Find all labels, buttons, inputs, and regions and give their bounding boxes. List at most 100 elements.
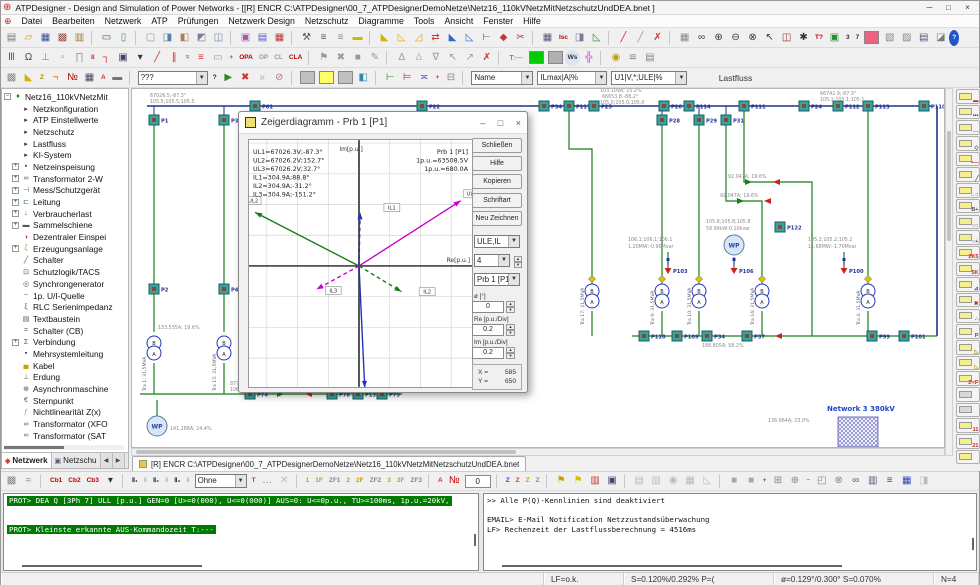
- phase-3-icon[interactable]: 3: [384, 473, 394, 489]
- profile-chart-3-icon[interactable]: ◿: [410, 30, 427, 46]
- list-colored-icon[interactable]: ≡: [881, 473, 898, 489]
- trafo-1-gray-icon[interactable]: Ⅱ: [141, 473, 150, 489]
- phase-1-icon[interactable]: 1: [303, 473, 313, 489]
- conn-green-icon[interactable]: ⊢: [382, 70, 399, 86]
- tools-red-icon[interactable]: ✗: [649, 30, 666, 46]
- panel-box-icon[interactable]: ▣: [604, 473, 621, 489]
- phasor-dialog[interactable]: Zeigerdiagramm - Prb 1 [P1] – □ × UL2UL3…: [238, 111, 528, 393]
- pal-meter-button[interactable]: →○: [956, 183, 980, 198]
- fill-yellow-swatch[interactable]: [319, 71, 334, 84]
- flag-marker-icon[interactable]: ⚑: [315, 50, 332, 66]
- pal-protection-button[interactable]: B+: [956, 199, 980, 214]
- paste-special-icon[interactable]: ◩: [193, 30, 210, 46]
- canvas-vscrollbar[interactable]: [945, 88, 953, 456]
- node-yellow-icon[interactable]: ◉: [607, 50, 624, 66]
- swatch-gray[interactable]: [548, 51, 563, 64]
- pal-steps-11-button[interactable]: 11: [956, 418, 980, 433]
- bus-node[interactable]: P24: [799, 101, 822, 111]
- dialog-maximize-button[interactable]: □: [498, 118, 503, 128]
- abort-red-icon[interactable]: ✖: [237, 70, 254, 86]
- chevron-down-icon[interactable]: ▼: [196, 72, 207, 84]
- pal-disconnector-button[interactable]: ╱: [956, 167, 980, 182]
- print-preview-icon[interactable]: ▯: [115, 30, 132, 46]
- element-box-icon[interactable]: ▣: [115, 50, 132, 66]
- line-red-icon[interactable]: ╱: [149, 50, 166, 66]
- minimize-button[interactable]: ─: [920, 3, 939, 12]
- book-icon[interactable]: ▤: [915, 30, 932, 46]
- transformer-symbol[interactable]: BA: [655, 284, 669, 308]
- pal-line-button[interactable]: —: [956, 120, 980, 135]
- tree-item-transformator-xfo[interactable]: ∞Transformator (XFO: [4, 418, 128, 430]
- tree-item-netzeinspeisung[interactable]: +▪Netzeinspeisung: [4, 161, 128, 173]
- bus-node[interactable]: P34: [702, 331, 725, 341]
- voltage-combo[interactable]: U1|V,*;ULE|%▼: [611, 71, 687, 85]
- dialog-button-neu-zeichnen[interactable]: Neu Zeichnen: [472, 211, 522, 226]
- field-re-p-u-div-[interactable]: 0.2: [472, 324, 504, 336]
- tree-item-schalter-cb-[interactable]: =Schalter (CB): [4, 325, 128, 337]
- gray-tool-2-icon[interactable]: ▥: [648, 473, 665, 489]
- expand-icon[interactable]: +: [12, 339, 19, 346]
- field-im-p-u-div-[interactable]: 0.2: [472, 347, 504, 359]
- profile-chart-5-icon[interactable]: ◺: [461, 30, 478, 46]
- menu-fenster[interactable]: Fenster: [478, 16, 518, 26]
- tree-hscrollbar[interactable]: [4, 445, 124, 450]
- tree-item-lastfluss[interactable]: ▸Lastfluss: [4, 138, 128, 150]
- cancel-red-icon[interactable]: ✗: [478, 50, 495, 66]
- pal-switch-button[interactable]: ◇: [956, 136, 980, 151]
- console-left-vscroll-thumb[interactable]: [474, 534, 476, 546]
- bus-node[interactable]: P28: [657, 115, 680, 125]
- dialog-button-schriftart[interactable]: Schriftart: [472, 193, 522, 208]
- bus-node[interactable]: P29: [694, 115, 717, 125]
- message-console[interactable]: >> Alle P(Q)-Kennlinien sind deaktiviert…: [483, 493, 977, 571]
- tree-network-icon[interactable]: ╬: [580, 50, 597, 66]
- v-number-icon[interactable]: №: [64, 70, 81, 86]
- tree-item-schutzlogik-tacs[interactable]: ⊡Schutzlogik/TACS: [4, 266, 128, 278]
- field-re-p-u-div--spinner[interactable]: ▲▼: [506, 324, 515, 336]
- transformer-symbol[interactable]: BA: [692, 284, 706, 308]
- pal-delete-button[interactable]: ✖: [956, 293, 980, 308]
- phase-2-icon[interactable]: 2: [343, 473, 353, 489]
- zf3-icon[interactable]: ZF3: [407, 473, 425, 489]
- copy-network-icon[interactable]: ◨: [571, 30, 588, 46]
- bars-red-icon[interactable]: ▥: [587, 473, 604, 489]
- chevron-down-icon[interactable]: ▼: [521, 72, 532, 84]
- cb2-breaker-icon[interactable]: Cb2: [65, 473, 83, 489]
- tree-item-erzeugungsanlage[interactable]: +ζErzeugungsanlage: [4, 243, 128, 255]
- tree-item-leitung[interactable]: +⊏Leitung: [4, 196, 128, 208]
- parallel-lines-icon[interactable]: ∥: [166, 50, 183, 66]
- bus-node[interactable]: P111: [739, 101, 766, 111]
- source-symbol-icon[interactable]: Ω: [20, 50, 37, 66]
- move-ne-icon[interactable]: ↗: [461, 50, 478, 66]
- profile-chart-4-icon[interactable]: ◣: [444, 30, 461, 46]
- pal-steps-21-button[interactable]: 21: [956, 434, 980, 449]
- isc-label-icon[interactable]: Isc: [556, 30, 571, 46]
- pal-p-probe-button[interactable]: P: [956, 324, 980, 339]
- chevron-down-icon[interactable]: ▼: [508, 274, 519, 285]
- tree-item-textbaustein[interactable]: ▤Textbaustein: [4, 313, 128, 325]
- tree-item-verbindung[interactable]: +ΣVerbindung: [4, 336, 128, 348]
- dialog-button-hilfe[interactable]: Hilfe: [472, 156, 522, 171]
- zf1-icon[interactable]: ZF1: [326, 473, 344, 489]
- new-file-icon[interactable]: ▤: [3, 30, 20, 46]
- copy-icon[interactable]: ◨: [159, 30, 176, 46]
- cut-red-icon[interactable]: ✂: [512, 30, 529, 46]
- menu-hilfe[interactable]: Hilfe: [518, 16, 546, 26]
- trafo-2-gray-icon[interactable]: Ⅱ: [162, 473, 171, 489]
- tree-item-asynchronmaschine[interactable]: ⊕Asynchronmaschine: [4, 383, 128, 395]
- signal-combo[interactable]: ULE,IL▼: [474, 235, 520, 248]
- maximize-button[interactable]: □: [939, 3, 958, 12]
- console-left-hscroll-thumb[interactable]: [22, 565, 202, 567]
- transformer-symbol[interactable]: BA: [861, 284, 875, 308]
- tree-item-synchrongenerator[interactable]: ◎Synchrongenerator: [4, 278, 128, 290]
- paste-icon[interactable]: ◧: [176, 30, 193, 46]
- tree-item-sammelschiene[interactable]: +▬Sammelschiene: [4, 220, 128, 232]
- expand-icon[interactable]: +: [12, 163, 19, 170]
- expand-icon[interactable]: +: [12, 245, 19, 252]
- tree-item-atp-einstellwerte[interactable]: ▸ATP Einstellwerte: [4, 114, 128, 126]
- chevrons-icon[interactable]: »: [254, 70, 271, 86]
- expand-icon[interactable]: +: [12, 199, 19, 206]
- glasses-view-icon[interactable]: ∞: [693, 30, 710, 46]
- bus-node[interactable]: P110: [919, 101, 945, 111]
- trafo-3-icon[interactable]: Ⅱ₃: [171, 473, 183, 489]
- dialog-button-schlie-en[interactable]: Schließen: [472, 138, 522, 153]
